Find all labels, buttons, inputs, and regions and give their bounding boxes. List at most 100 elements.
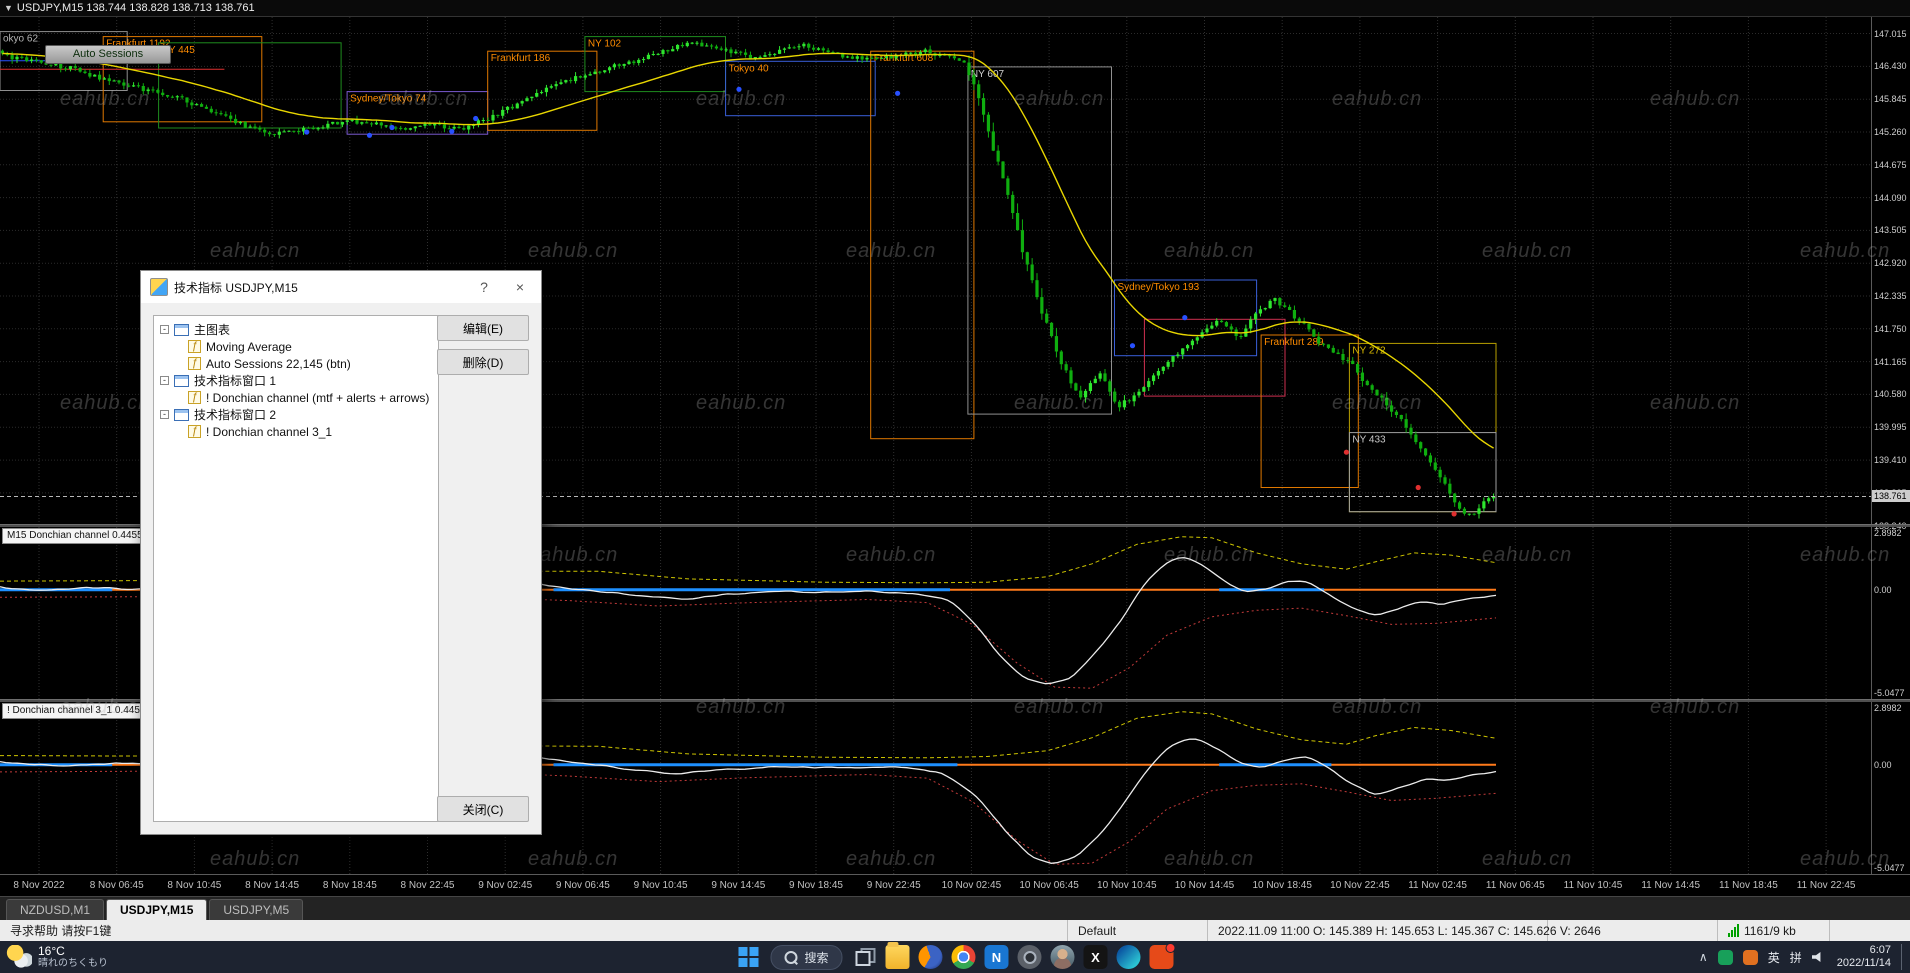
- volume-icon[interactable]: [1811, 951, 1821, 963]
- tree-expander-icon[interactable]: -: [160, 376, 169, 385]
- time-axis-label: 10 Nov 14:45: [1174, 880, 1235, 891]
- svg-text:Sydney/Tokyo 193: Sydney/Tokyo 193: [1118, 282, 1200, 293]
- weather-widget[interactable]: 16°C 晴れのちくもり: [6, 941, 108, 973]
- price-axis-label: 139.995: [1874, 422, 1907, 433]
- tab-nzdusd-m1[interactable]: NZDUSD,M1: [6, 899, 105, 920]
- chrome-icon[interactable]: [951, 945, 976, 969]
- dialog-help-button[interactable]: ?: [469, 271, 499, 303]
- tree-item-moving-average[interactable]: Moving Average: [156, 338, 436, 355]
- time-axis-label: 11 Nov 06:45: [1485, 880, 1545, 891]
- firefox-icon[interactable]: [918, 945, 943, 969]
- clock[interactable]: 6:07 2022/11/14: [1837, 944, 1891, 970]
- dialog-title: 技术指标 USDJPY,M15: [174, 280, 298, 295]
- time-axis-label: 10 Nov 10:45: [1097, 880, 1157, 891]
- windows-taskbar: 16°C 晴れのちくもり 搜索 N X ∧ 英 拼 6:07 2022/11/14: [0, 941, 1910, 973]
- time-axis-label: 10 Nov 18:45: [1252, 880, 1312, 891]
- user-avatar-icon[interactable]: [1050, 945, 1075, 969]
- time-axis-label: 11 Nov 10:45: [1563, 880, 1623, 891]
- osc-axis-label: 0.00: [1874, 584, 1892, 595]
- camera-app-icon[interactable]: [1017, 945, 1042, 969]
- edge-icon[interactable]: [1116, 945, 1141, 969]
- time-axis-label: 9 Nov 18:45: [789, 880, 843, 891]
- price-axis-label: 143.505: [1874, 225, 1907, 236]
- time-axis-label: 11 Nov 22:45: [1796, 880, 1856, 891]
- app-n-icon[interactable]: N: [984, 945, 1009, 969]
- tab-usdjpy-m5[interactable]: USDJPY,M5: [209, 899, 304, 920]
- tree-item-auto-sessions[interactable]: Auto Sessions 22,145 (btn): [156, 355, 436, 372]
- search-box[interactable]: 搜索: [770, 944, 843, 970]
- status-bar: 寻求帮助 请按F1键 Default 2022.11.09 11:00 O: 1…: [0, 920, 1910, 941]
- x-app-icon[interactable]: X: [1083, 945, 1108, 969]
- price-axis-label: 145.260: [1874, 126, 1907, 137]
- chart-title-text: USDJPY,M15 138.744 138.828 138.713 138.7…: [16, 2, 255, 14]
- tree-item-main-chart[interactable]: - 主图表: [156, 321, 436, 338]
- metatrader-window: ▼ USDJPY,M15 138.744 138.828 138.713 138.…: [0, 0, 1910, 973]
- price-axis-label: 145.845: [1874, 94, 1907, 105]
- auto-sessions-button[interactable]: Auto Sessions: [45, 45, 171, 64]
- tree-item-donchian-mtf[interactable]: ! Donchian channel (mtf + alerts + arrow…: [156, 389, 436, 406]
- status-help-text: 寻求帮助 请按F1键: [0, 920, 1068, 941]
- edit-button[interactable]: 编辑(E): [437, 315, 529, 341]
- tree-item-indicator-window-1[interactable]: - 技术指标窗口 1: [156, 372, 436, 389]
- hidden-icons-chevron[interactable]: ∧: [1699, 950, 1708, 964]
- tab-usdjpy-m15[interactable]: USDJPY,M15: [106, 899, 208, 920]
- tray-app-green-icon[interactable]: [1717, 949, 1733, 965]
- search-label: 搜索: [804, 950, 829, 965]
- dialog-close-button[interactable]: ×: [505, 271, 535, 303]
- tree-expander-icon[interactable]: -: [160, 325, 169, 334]
- ime-language-indicator[interactable]: 英: [1768, 949, 1780, 966]
- status-empty-segment: [1548, 920, 1718, 941]
- ime-mode-indicator[interactable]: 拼: [1790, 949, 1802, 966]
- tree-item-indicator-window-2[interactable]: - 技术指标窗口 2: [156, 406, 436, 423]
- price-axis-label: 139.410: [1874, 455, 1907, 466]
- time-axis-label: 11 Nov 18:45: [1719, 880, 1778, 891]
- task-view-icon[interactable]: [853, 945, 877, 969]
- dialog-titlebar[interactable]: 技术指标 USDJPY,M15 ? ×: [141, 271, 541, 303]
- tree-item-label: ! Donchian channel 3_1: [206, 424, 333, 439]
- time-axis-label: 8 Nov 18:45: [322, 880, 377, 891]
- osc-axis-label: 2.8982: [1874, 528, 1902, 538]
- tray-app-orange-icon[interactable]: [1742, 949, 1758, 965]
- indicators-dialog: 技术指标 USDJPY,M15 ? × - 主图表 Moving Average…: [140, 270, 542, 835]
- time-axis-label: 8 Nov 22:45: [400, 880, 455, 891]
- mail-app-icon[interactable]: [1149, 943, 1176, 969]
- time-axis-label: 8 Nov 14:45: [245, 880, 300, 891]
- time-axis-label: 10 Nov 22:45: [1330, 880, 1390, 891]
- osc-axis-label: -5.0477: [1874, 863, 1905, 873]
- price-axis-label: 140.580: [1874, 389, 1907, 400]
- chart-title-bar[interactable]: ▼ USDJPY,M15 138.744 138.828 138.713 138.…: [0, 0, 1910, 17]
- price-axis[interactable]: 147.015 146.430 145.845 145.260 144.675 144.0…: [1871, 17, 1910, 874]
- file-explorer-icon[interactable]: [885, 942, 910, 969]
- time-axis-label: 8 Nov 10:45: [167, 880, 222, 891]
- osc-axis-label: -5.0477: [1874, 688, 1905, 698]
- clock-date: 2022/11/14: [1836, 957, 1891, 969]
- svg-text:Frankfurt 186: Frankfurt 186: [491, 53, 551, 64]
- indicator-icon: [188, 391, 201, 404]
- chart-collapse-icon[interactable]: ▼: [4, 3, 13, 13]
- indicator2-title: ! Donchian channel 3_1 0.4455: [2, 703, 151, 719]
- tree-expander-icon[interactable]: -: [160, 410, 169, 419]
- price-axis-label: 142.335: [1874, 291, 1907, 302]
- svg-text:Tokyo 40: Tokyo 40: [729, 63, 769, 74]
- indicator-tree[interactable]: - 主图表 Moving Average Auto Sessions 22,14…: [153, 315, 439, 822]
- time-axis[interactable]: 8 Nov 2022 8 Nov 06:45 8 Nov 10:45 8 Nov 14…: [0, 874, 1910, 896]
- chart-tabs-bar: NZDUSD,M1 USDJPY,M15 USDJPY,M5: [0, 896, 1910, 920]
- connection-bars-icon: [1728, 924, 1739, 937]
- show-desktop-button[interactable]: [1901, 944, 1906, 970]
- indicator-icon: [188, 357, 201, 370]
- start-button[interactable]: [736, 945, 760, 969]
- tree-item-donchian-3-1[interactable]: ! Donchian channel 3_1: [156, 423, 436, 440]
- tree-item-label: Moving Average: [206, 339, 292, 354]
- weather-icon: [6, 945, 32, 969]
- price-axis-label: 146.430: [1874, 61, 1907, 72]
- current-price-tag: 138.761: [1872, 490, 1910, 503]
- delete-button[interactable]: 删除(D): [437, 349, 529, 375]
- status-bar-ohlc: 2022.11.09 11:00 O: 145.389 H: 145.653 L…: [1208, 920, 1601, 941]
- svg-text:Frankfurt 289: Frankfurt 289: [1264, 337, 1324, 348]
- price-axis-label: 147.015: [1874, 28, 1907, 39]
- status-connection[interactable]: 1161/9 kb: [1718, 920, 1830, 941]
- close-button[interactable]: 关闭(C): [437, 796, 529, 822]
- time-axis-label: 8 Nov 06:45: [89, 880, 144, 891]
- chart-window-icon: [174, 408, 189, 421]
- status-profile[interactable]: Default: [1068, 920, 1208, 941]
